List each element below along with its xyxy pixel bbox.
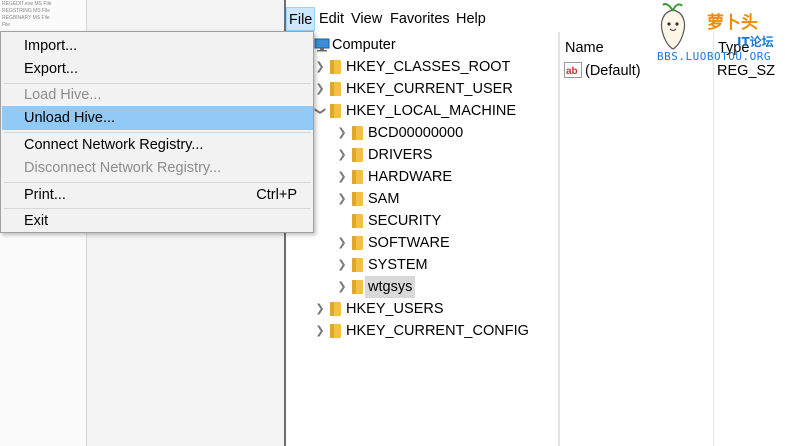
registry-tree[interactable]: Computer ❯ HKEY_CLASSES_ROOT ❯ HKEY_CURR… <box>286 32 558 446</box>
computer-icon <box>314 38 330 52</box>
menu-item-unload-hive[interactable]: Unload Hive... <box>2 106 313 130</box>
menu-item-export[interactable]: Export... <box>2 57 313 81</box>
menu-item-label: Print... <box>24 187 66 203</box>
background-window-line: File <box>2 22 11 28</box>
background-window-line: REGSTRING MS File <box>2 8 51 14</box>
tree-node-label: Computer <box>332 37 396 53</box>
menu-item-label: Import... <box>24 38 78 54</box>
chevron-right-icon[interactable]: ❯ <box>336 188 348 210</box>
tree-node-label: SECURITY <box>368 213 442 229</box>
tree-node-label: BCD00000000 <box>368 125 464 141</box>
menu-file[interactable]: File <box>286 7 315 31</box>
menu-item-import[interactable]: Import... <box>2 34 313 58</box>
menu-help[interactable]: Help <box>456 9 486 29</box>
folder-icon <box>330 82 341 96</box>
tree-node-bcd[interactable]: ❯ BCD00000000 <box>336 122 536 144</box>
menu-edit[interactable]: Edit <box>319 9 344 29</box>
menu-item-disconnect-network-registry: Disconnect Network Registry... <box>2 156 313 180</box>
tree-node-hkcu[interactable]: ❯ HKEY_CURRENT_USER <box>314 78 554 100</box>
tree-node-drivers[interactable]: ❯ DRIVERS <box>336 144 536 166</box>
tree-node-label: HARDWARE <box>368 169 453 185</box>
tree-node-label: HKEY_CLASSES_ROOT <box>346 59 511 75</box>
tree-node-label: SAM <box>368 191 400 207</box>
tree-node-hku[interactable]: ❯ HKEY_USERS <box>314 298 554 320</box>
menu-view[interactable]: View <box>351 9 382 29</box>
folder-icon <box>352 192 363 206</box>
radish-mascot-icon <box>660 3 686 50</box>
background-window-line: REGEDIT.exe MS File <box>2 1 52 7</box>
background-window-line: REGBINARY MS File <box>2 15 50 21</box>
chevron-right-icon[interactable]: ❯ <box>336 166 348 188</box>
chevron-right-icon[interactable]: ❯ <box>336 122 348 144</box>
folder-icon <box>352 258 363 272</box>
folder-icon <box>330 324 341 338</box>
chevron-right-icon[interactable]: ❯ <box>314 78 326 100</box>
tree-node-hardware[interactable]: ❯ HARDWARE <box>336 166 536 188</box>
tree-node-label: SYSTEM <box>368 257 428 273</box>
menu-item-label: Exit <box>24 213 49 229</box>
file-menu-dropdown: Import... Export... Load Hive... Unload … <box>0 31 314 233</box>
folder-icon <box>352 280 363 294</box>
menu-item-label: Load Hive... <box>24 87 102 103</box>
tree-node-label: HKEY_USERS <box>346 301 444 317</box>
folder-icon <box>330 60 341 74</box>
menu-item-exit[interactable]: Exit <box>2 209 313 233</box>
chevron-right-icon[interactable]: ❯ <box>314 56 326 78</box>
menu-item-connect-network-registry[interactable]: Connect Network Registry... <box>2 133 313 157</box>
menu-item-label: Export... <box>24 61 78 77</box>
menu-favorites[interactable]: Favorites <box>390 9 450 29</box>
chevron-right-icon[interactable]: ❯ <box>314 298 326 320</box>
folder-icon <box>330 104 341 118</box>
values-pane[interactable]: Name Type ab (Default) REG_SZ <box>560 32 800 446</box>
watermark-url: BBS.LUOBOTOU.ORG <box>657 50 771 63</box>
folder-icon <box>330 302 341 316</box>
tree-node-computer[interactable]: Computer <box>314 34 514 56</box>
tree-node-label: HKEY_LOCAL_MACHINE <box>346 103 517 119</box>
column-header-name[interactable]: Name <box>565 38 604 58</box>
watermark-sub: IT论坛 <box>737 35 774 49</box>
folder-icon <box>352 236 363 250</box>
menu-item-label: Connect Network Registry... <box>24 137 204 153</box>
folder-icon <box>352 148 363 162</box>
tree-node-label: wtgsys <box>365 276 416 298</box>
value-name: (Default) <box>585 63 641 79</box>
tree-node-sam[interactable]: ❯ SAM <box>336 188 536 210</box>
tree-node-system[interactable]: ❯ SYSTEM <box>336 254 536 276</box>
tree-node-label: HKEY_CURRENT_CONFIG <box>346 323 529 339</box>
folder-icon <box>352 170 363 184</box>
tree-node-hklm[interactable]: ❯ HKEY_LOCAL_MACHINE <box>314 100 554 122</box>
tree-node-hkcc[interactable]: ❯ HKEY_CURRENT_CONFIG <box>314 320 554 342</box>
menu-item-print[interactable]: Print... Ctrl+P <box>2 183 313 207</box>
menu-item-shortcut: Ctrl+P <box>256 187 297 203</box>
tree-node-label: HKEY_CURRENT_USER <box>346 81 513 97</box>
watermark-logo: 萝卜头 IT论坛 BBS.LUOBOTOU.ORG <box>655 0 800 68</box>
watermark-brand: 萝卜头 <box>707 13 758 33</box>
chevron-right-icon[interactable]: ❯ <box>336 276 348 298</box>
tree-node-wtgsys[interactable]: ❯ wtgsys <box>336 276 536 298</box>
chevron-right-icon[interactable]: ❯ <box>336 254 348 276</box>
folder-icon <box>352 214 363 228</box>
chevron-right-icon[interactable]: ❯ <box>336 144 348 166</box>
tree-node-hkcr[interactable]: ❯ HKEY_CLASSES_ROOT <box>314 56 554 78</box>
string-value-icon: ab <box>564 62 582 78</box>
tree-node-label: SOFTWARE <box>368 235 450 251</box>
chevron-right-icon[interactable]: ❯ <box>336 232 348 254</box>
folder-icon <box>352 126 363 140</box>
menu-item-load-hive: Load Hive... <box>2 83 313 107</box>
column-divider[interactable] <box>713 32 714 446</box>
menu-item-label: Disconnect Network Registry... <box>24 160 222 176</box>
tree-node-software[interactable]: ❯ SOFTWARE <box>336 232 536 254</box>
chevron-right-icon[interactable]: ❯ <box>314 320 326 342</box>
tree-node-label: DRIVERS <box>368 147 433 163</box>
tree-node-security[interactable]: SECURITY <box>336 210 536 232</box>
menu-item-label: Unload Hive... <box>24 110 116 126</box>
svg-text:ab: ab <box>566 66 578 77</box>
